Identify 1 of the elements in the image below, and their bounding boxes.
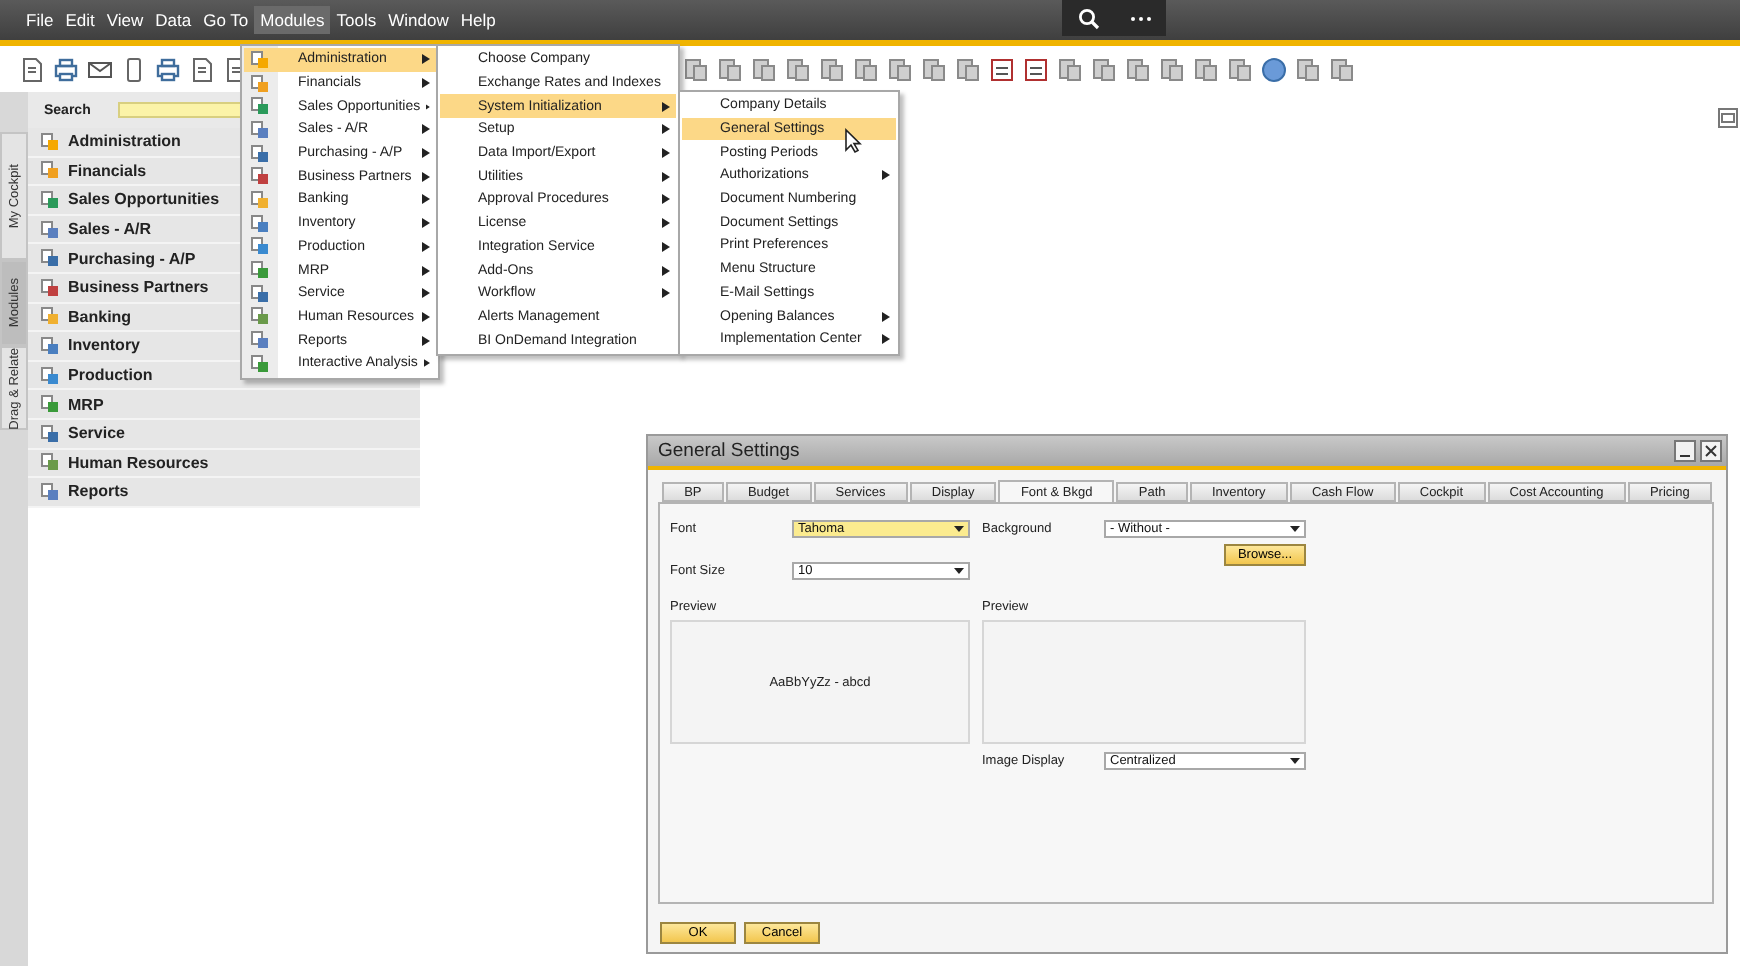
window-title: General Settings xyxy=(658,440,802,462)
